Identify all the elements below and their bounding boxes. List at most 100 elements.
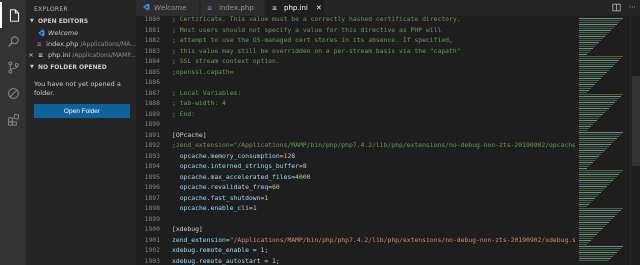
code-text: ; End:: [172, 109, 196, 118]
tab-php-ini[interactable]: ≡ php.ini ✕: [266, 0, 326, 16]
extensions-icon[interactable]: [0, 106, 26, 132]
split-editor-icon[interactable]: [612, 3, 621, 14]
welcome-icon: [142, 3, 151, 13]
debug-icon[interactable]: [0, 80, 26, 106]
line-number: 1880: [144, 16, 160, 24]
minimap-line: [579, 154, 601, 155]
code-line[interactable]: 1898 opcache.enable_cli=1: [136, 203, 575, 214]
line-number: 1903: [144, 256, 160, 265]
minimap-line: [579, 30, 611, 31]
code-line[interactable]: 1902 xdebug.remote_enable = 1;: [136, 245, 575, 256]
minimap-line: [579, 240, 591, 241]
code-line[interactable]: 1894 opcache.interned_strings_buffer=8: [136, 161, 575, 172]
minimap-line: [579, 236, 595, 237]
minimap-line: [579, 160, 595, 161]
php-icon: ≡: [207, 4, 213, 12]
minimap-line: [579, 80, 599, 81]
code-line[interactable]: 1881 ; Most users should not specify a va…: [136, 25, 575, 36]
line-number: 1886: [144, 78, 160, 87]
code-line[interactable]: 1893 opcache.memory_consumption=128: [136, 151, 575, 162]
minimap-line: [579, 158, 597, 159]
code-line[interactable]: 1889 ; End:: [136, 109, 575, 120]
code-text: opcache.revalidate_freq=60: [162, 183, 280, 191]
minimap-line: [579, 90, 589, 91]
minimap-line: [579, 46, 595, 47]
ini-key: xdebug.remote_autostart: [172, 256, 261, 265]
line-number: 1882: [144, 36, 160, 45]
tab-index-php[interactable]: ≡ index.php: [201, 0, 265, 16]
open-folder-button[interactable]: Open Folder: [34, 104, 130, 118]
minimap-line: [579, 188, 605, 189]
code-line[interactable]: 1891 [OPcache]: [136, 130, 575, 141]
code-line[interactable]: 1903 xdebug.remote_autostart = 1;: [136, 256, 575, 265]
open-editor-php-ini[interactable]: ✕ ≡ php.ini /Applications/MAMP...: [26, 50, 136, 60]
open-editor-path: /Applications/MAMP...: [72, 51, 136, 59]
code-line[interactable]: 1882 ; attempt to use the OS-managed cert…: [136, 35, 575, 46]
minimap-line: [579, 58, 621, 59]
code-line[interactable]: 1880 ; Certificate. This value must be a …: [136, 16, 575, 25]
line-number: 1884: [144, 57, 160, 66]
more-actions-icon[interactable]: ⋯: [629, 3, 636, 14]
code-line[interactable]: 1883 ; this value may still be overridden…: [136, 46, 575, 57]
code-line[interactable]: 1895 opcache.max_accelerated_files=4000: [136, 172, 575, 183]
code-line[interactable]: 1886: [136, 77, 575, 88]
code-line[interactable]: 1892 ;zend_extension="/Applications/MAMP/…: [136, 140, 575, 151]
minimap-line: [579, 222, 609, 223]
scrollbar-thumb[interactable]: [632, 76, 640, 166]
source-control-icon[interactable]: [0, 54, 26, 80]
tab-bar: Welcome ≡ index.php ≡ php.ini ✕ ⋯: [136, 0, 640, 16]
files-icon[interactable]: [0, 2, 26, 28]
ini-key: opcache.interned_strings_buffer: [179, 162, 299, 171]
open-editor-index-php[interactable]: ≡ index.php /Applications/MA...: [26, 39, 136, 49]
editor-actions: ⋯: [612, 3, 636, 14]
open-editors-header[interactable]: ▼ OPEN EDITORS: [26, 16, 136, 26]
code-line[interactable]: 1901 zend_extension="/Applications/MAMP/b…: [136, 235, 575, 246]
minimap-line: [579, 116, 601, 117]
code-text: ;zend_extension="/Applications/MAMP/bin/…: [172, 141, 575, 150]
minimap-line: [579, 42, 599, 43]
minimap-line: [579, 202, 591, 203]
tab-welcome[interactable]: Welcome: [136, 0, 200, 16]
minimap-line: [579, 144, 611, 145]
line-number: 1893: [144, 151, 160, 160]
code-line[interactable]: 1884 ; SSL stream context option.: [136, 56, 575, 67]
close-icon[interactable]: ✕: [26, 52, 36, 59]
ini-value: 1;: [256, 246, 269, 255]
code-editor[interactable]: 1880 ; Certificate. This value must be a …: [136, 16, 575, 265]
no-folder-message: You have not yet opened a folder.: [34, 80, 121, 97]
code-text: xdebug.remote_enable = 1;: [162, 246, 268, 254]
line-number: 1888: [144, 99, 160, 108]
code-text: ; attempt to use the OS-managed cert sto…: [172, 36, 453, 45]
line-number: 1899: [144, 214, 160, 223]
code-line[interactable]: 1888 ; tab-width: 4: [136, 98, 575, 109]
minimap-line: [579, 20, 621, 21]
code-line[interactable]: 1890: [136, 119, 575, 130]
code-line[interactable]: 1900 [xdebug]: [136, 224, 575, 235]
minimap-line: [579, 134, 621, 135]
code-line[interactable]: 1899: [136, 214, 575, 225]
minimap-line: [579, 40, 601, 41]
minimap-line: [579, 258, 611, 259]
ini-value: 128: [283, 151, 296, 160]
code-line[interactable]: 1887 ; Local Variables:: [136, 88, 575, 99]
line-number: 1891: [144, 130, 160, 139]
code-line[interactable]: 1885 ;openssl.capath=: [136, 67, 575, 78]
minimap-line: [579, 114, 603, 115]
open-editor-welcome[interactable]: Welcome: [26, 28, 136, 38]
tab-label: php.ini: [284, 4, 308, 12]
no-folder-header[interactable]: ▼ NO FOLDER OPENED: [26, 62, 136, 72]
minimap-line: [579, 226, 605, 227]
code-text: ; Certificate. This value must be a corr…: [172, 16, 461, 24]
search-icon[interactable]: [0, 28, 26, 54]
ini-key: xdebug.remote_enable: [172, 246, 249, 255]
code-line[interactable]: 1897 opcache.fast_shutdown=1: [136, 193, 575, 204]
close-icon[interactable]: ✕: [316, 4, 322, 12]
minimap-line: [579, 138, 617, 139]
code-line[interactable]: 1896 opcache.revalidate_freq=60: [136, 182, 575, 193]
minimap-line: [579, 172, 621, 173]
minimap[interactable]: [575, 16, 630, 265]
vertical-scrollbar[interactable]: [630, 16, 640, 265]
minimap-line: [579, 170, 623, 171]
minimap-line: [579, 68, 611, 69]
